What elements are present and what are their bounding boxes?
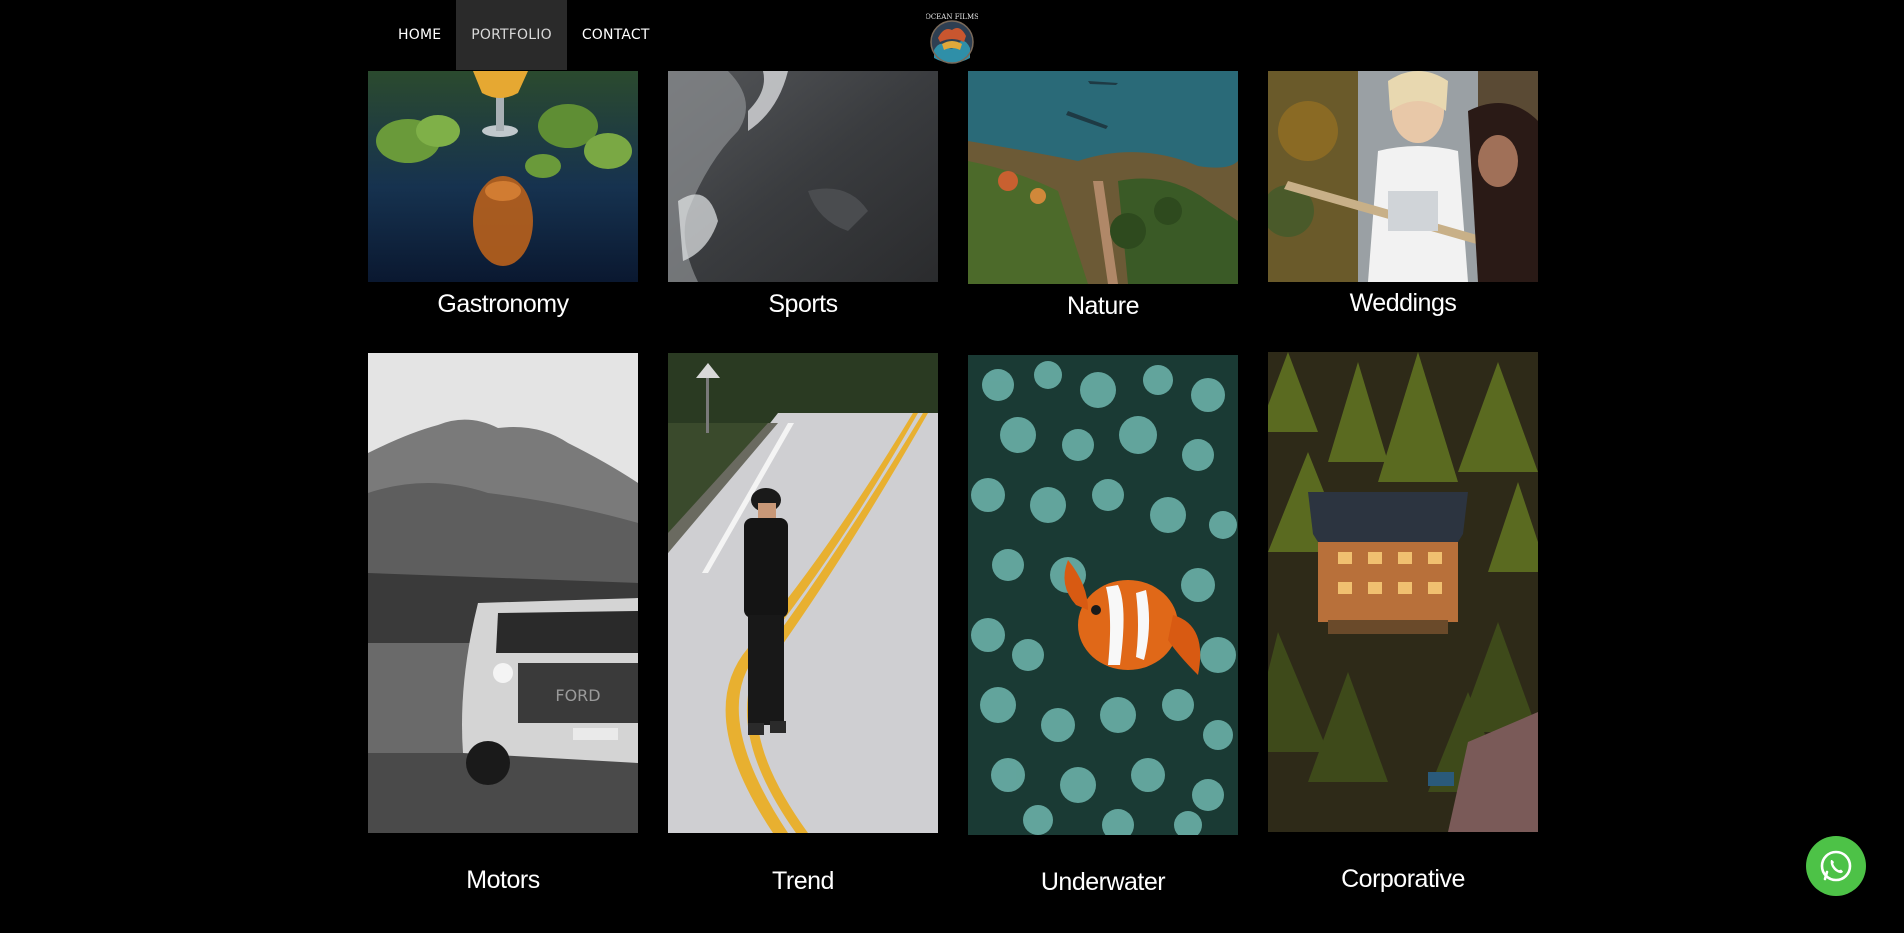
whatsapp-icon: [1820, 850, 1852, 882]
motors-image: FORD: [368, 353, 638, 833]
tile-label: Corporative: [1341, 865, 1465, 893]
tile-label: Gastronomy: [437, 290, 569, 318]
nav-home[interactable]: HOME: [383, 0, 456, 70]
sports-image: [668, 71, 938, 282]
ocean-films-logo-icon: OCEAN FILMS: [925, 13, 979, 64]
nav-portfolio[interactable]: PORTFOLIO: [456, 0, 567, 70]
nature-image: [968, 71, 1238, 284]
tile-label: Nature: [1066, 292, 1140, 320]
main-nav: HOME PORTFOLIO CONTACT: [383, 0, 665, 70]
svg-text:OCEAN FILMS: OCEAN FILMS: [926, 13, 978, 21]
tile-label: Underwater: [1040, 868, 1166, 896]
nav-contact[interactable]: CONTACT: [567, 0, 665, 70]
tile-label: Sports: [768, 290, 838, 318]
whatsapp-button[interactable]: [1806, 836, 1866, 896]
weddings-image: [1268, 71, 1538, 282]
tile-label: Motors: [466, 866, 540, 894]
tile-label: Weddings: [1349, 289, 1457, 317]
logo[interactable]: OCEAN FILMS: [925, 10, 979, 66]
gastronomy-image: [368, 71, 638, 282]
page: HOME PORTFOLIO CONTACT OCEAN FILMS Gastr…: [0, 0, 1904, 933]
trend-image: [668, 353, 938, 833]
svg-text:FORD: FORD: [555, 686, 600, 705]
tile-label: Trend: [772, 867, 834, 895]
corporative-image: [1268, 352, 1538, 832]
underwater-image: [968, 355, 1238, 835]
